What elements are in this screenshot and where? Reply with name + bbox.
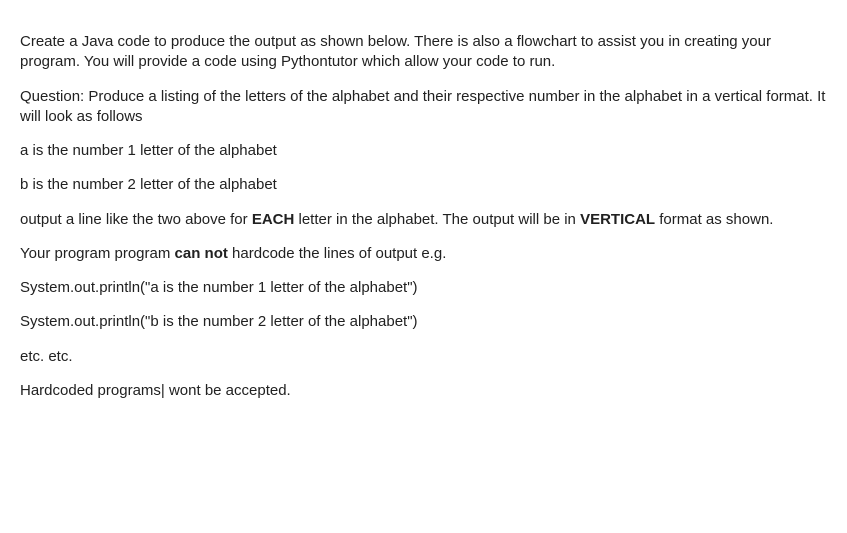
paragraph-question: Question: Produce a listing of the lette… [20, 87, 827, 128]
paragraph-intro: Create a Java code to produce the output… [20, 32, 827, 73]
text-cannot-suffix: hardcode the lines of output e.g. [228, 245, 447, 262]
text-cannot-prefix: Your program program [20, 245, 175, 262]
paragraph-example-b: b is the number 2 letter of the alphabet [20, 175, 827, 195]
text-each-suffix: format as shown. [655, 211, 773, 228]
paragraph-etc: etc. etc. [20, 347, 827, 367]
text-each-bold: EACH [252, 211, 295, 228]
text-vertical-bold: VERTICAL [580, 211, 655, 228]
text-cannot-bold: can not [175, 245, 228, 262]
paragraph-sysout-b: System.out.println("b is the number 2 le… [20, 312, 827, 332]
text-each-mid: letter in the alphabet. The output will … [294, 211, 580, 228]
paragraph-hardcoded: Hardcoded programs| wont be accepted. [20, 381, 827, 401]
paragraph-example-a: a is the number 1 letter of the alphabet [20, 141, 827, 161]
paragraph-each-letter: output a line like the two above for EAC… [20, 210, 827, 230]
paragraph-cannot-hardcode: Your program program can not hardcode th… [20, 244, 827, 264]
text-each-prefix: output a line like the two above for [20, 211, 252, 228]
paragraph-sysout-a: System.out.println("a is the number 1 le… [20, 278, 827, 298]
